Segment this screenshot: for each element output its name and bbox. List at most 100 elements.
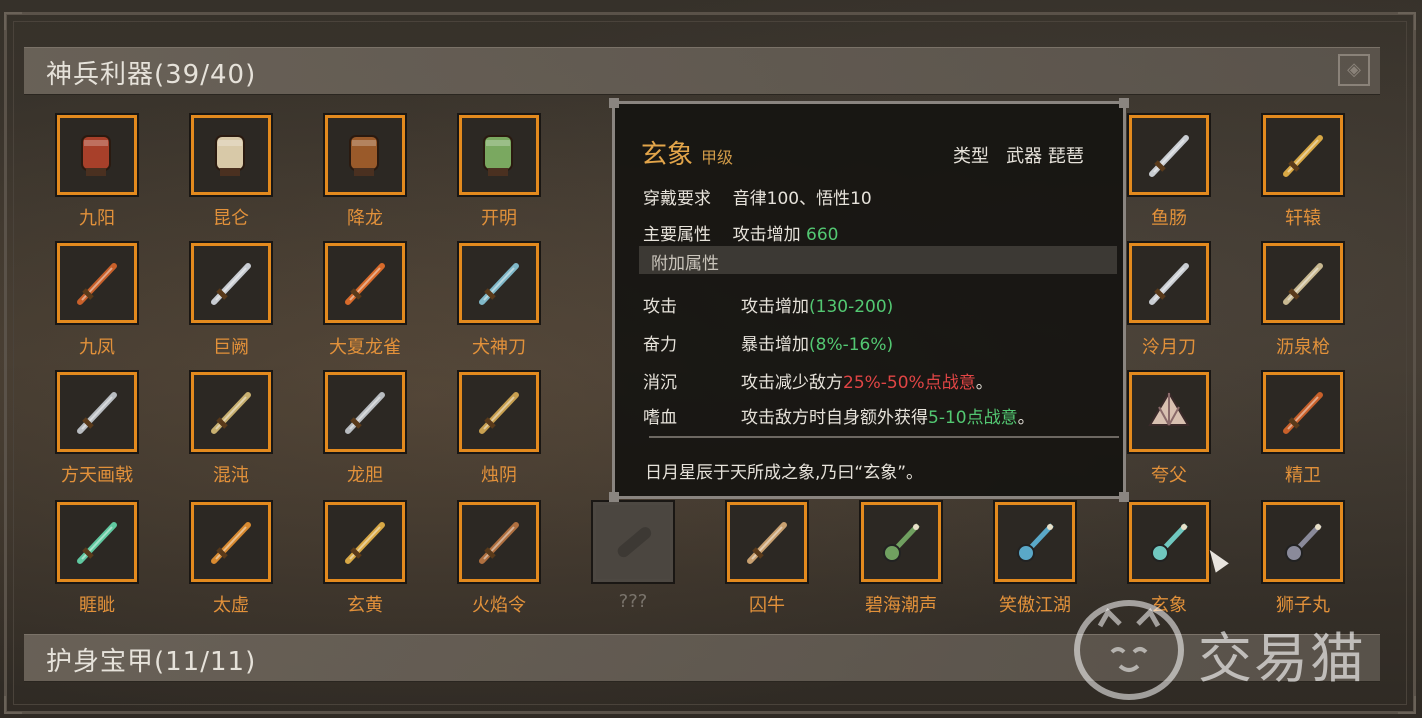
item-tooltip: 玄象 甲级 类型 武器 琵琶 穿戴要求 音律100、悟性10 主要属性 攻击增加…	[609, 98, 1129, 502]
item-slot[interactable]	[55, 370, 139, 454]
item-slot[interactable]	[859, 500, 943, 584]
tooltip-divider	[649, 436, 1119, 438]
tooltip-attr-row: 奋力 暴击增加(8%-16%)	[643, 330, 893, 355]
item-slot[interactable]	[323, 370, 407, 454]
tooltip-attr-text: 暴击增加	[741, 335, 809, 355]
item-slot[interactable]	[591, 500, 675, 584]
item-slot[interactable]	[1127, 370, 1211, 454]
item-name-label: 鱼肠	[1151, 208, 1187, 229]
item-name-label: 囚牛	[749, 595, 785, 616]
item-slot[interactable]	[323, 113, 407, 197]
item-name-label: 玄黄	[347, 595, 383, 616]
item-name-label: ???	[618, 591, 648, 612]
moon-blade-icon	[1142, 256, 1196, 310]
chaos-halberd-icon	[204, 385, 258, 439]
item-name-label: 泠月刀	[1142, 337, 1196, 358]
item-slot[interactable]	[1127, 113, 1211, 197]
tooltip-attr-label: 奋力	[643, 335, 677, 355]
item-name-label: 夸父	[1151, 465, 1187, 486]
blue-staff-icon	[1008, 515, 1062, 569]
tooltip-main-prefix: 攻击增加	[732, 225, 801, 245]
great-sword-icon	[204, 256, 258, 310]
staff-icon	[472, 385, 526, 439]
item-slot[interactable]	[323, 241, 407, 325]
tooltip-corner	[609, 98, 619, 108]
item-slot[interactable]	[457, 500, 541, 584]
tooltip-attr-value: (8%-16%)	[809, 335, 894, 355]
gold-pipa-icon	[338, 515, 392, 569]
frame-corner-ornament	[4, 12, 22, 30]
arrow-spear-icon	[1276, 385, 1330, 439]
tooltip-attr-value: (130-200)	[809, 297, 894, 317]
tooltip-requirement-value: 音律100、悟性10	[732, 189, 872, 209]
tooltip-attr-row: 消沉 攻击减少敌方25%-50%点战意。	[643, 368, 993, 393]
curved-blade-icon	[472, 256, 526, 310]
tooltip-extra-header-label: 附加属性	[651, 254, 719, 274]
item-name-label: 混沌	[213, 465, 249, 486]
dragon-blade-icon	[338, 256, 392, 310]
tooltip-item-grade: 甲级	[701, 148, 734, 167]
item-slot[interactable]	[189, 500, 273, 584]
item-slot[interactable]	[189, 241, 273, 325]
item-slot[interactable]	[189, 113, 273, 197]
gourd-staff-icon	[204, 515, 258, 569]
halberd-icon	[70, 385, 124, 439]
watermark-cat-logo-icon	[1074, 600, 1184, 700]
item-slot[interactable]	[457, 241, 541, 325]
item-name-label: 巨阙	[213, 337, 249, 358]
tooltip-attr-suffix: 。	[975, 373, 993, 393]
tooltip-type-value: 武器 琵琶	[1006, 146, 1084, 167]
armor-section-title: 护身宝甲(11/11)	[46, 647, 257, 677]
item-slot[interactable]	[55, 113, 139, 197]
item-name-label: 方天画戟	[61, 465, 133, 486]
item-name-label: 九阳	[79, 208, 115, 229]
frame-corner-ornament	[1398, 696, 1416, 714]
red-gauntlet-icon	[70, 128, 124, 182]
gold-sword-icon	[1276, 128, 1330, 182]
tooltip-attr-suffix: 。	[1017, 408, 1035, 428]
item-slot[interactable]	[1127, 241, 1211, 325]
item-slot[interactable]	[725, 500, 809, 584]
item-slot[interactable]	[1261, 113, 1345, 197]
tooltip-attr-value: 25%-50%点战意	[843, 373, 976, 393]
dragon-spear-icon	[338, 385, 392, 439]
jade-lute-icon	[1142, 515, 1196, 569]
frame-corner-ornament	[4, 696, 22, 714]
tooltip-extra-header: 附加属性	[639, 246, 1117, 274]
tooltip-description: 日月星辰于天所成之象,乃曰“玄象”。	[645, 463, 924, 483]
fan-icon	[1142, 385, 1196, 439]
item-slot[interactable]	[189, 370, 273, 454]
tooltip-main-label: 主要属性	[643, 225, 711, 245]
item-slot[interactable]	[457, 370, 541, 454]
spear-icon	[1276, 256, 1330, 310]
tooltip-requirement-label: 穿戴要求	[643, 189, 711, 209]
item-name-label: 开明	[481, 208, 517, 229]
item-slot[interactable]	[55, 241, 139, 325]
item-slot[interactable]	[1127, 500, 1211, 584]
tooltip-attr-label: 攻击	[643, 297, 677, 317]
item-slot[interactable]	[1261, 370, 1345, 454]
item-slot[interactable]	[1261, 500, 1345, 584]
tooltip-attr-label: 嗜血	[643, 408, 677, 428]
weapons-section-title: 神兵利器(39/40)	[46, 60, 257, 90]
item-name-label: 降龙	[347, 208, 383, 229]
item-slot[interactable]	[993, 500, 1077, 584]
green-gauntlet-icon	[472, 128, 526, 182]
brown-gauntlet-icon	[338, 128, 392, 182]
watermark-text: 交易猫	[1198, 627, 1366, 690]
item-slot[interactable]	[457, 113, 541, 197]
tooltip-attr-text: 攻击减少敌方	[741, 373, 843, 393]
white-gauntlet-icon	[204, 128, 258, 182]
tooltip-corner	[1119, 98, 1129, 108]
item-name-label: 太虚	[213, 595, 249, 616]
collapse-ornament-icon[interactable]: ◈	[1338, 54, 1370, 86]
tooltip-type-label: 类型	[953, 146, 989, 167]
item-slot[interactable]	[323, 500, 407, 584]
tooltip-main-attr-row: 主要属性 攻击增加 660	[643, 220, 838, 245]
item-name-label: 轩辕	[1285, 208, 1321, 229]
item-slot[interactable]	[55, 500, 139, 584]
item-slot[interactable]	[1261, 241, 1345, 325]
silver-dagger-icon	[1142, 128, 1196, 182]
weapons-section-header[interactable]: 神兵利器(39/40) ◈	[24, 47, 1380, 95]
tooltip-main-value: 660	[806, 225, 839, 245]
